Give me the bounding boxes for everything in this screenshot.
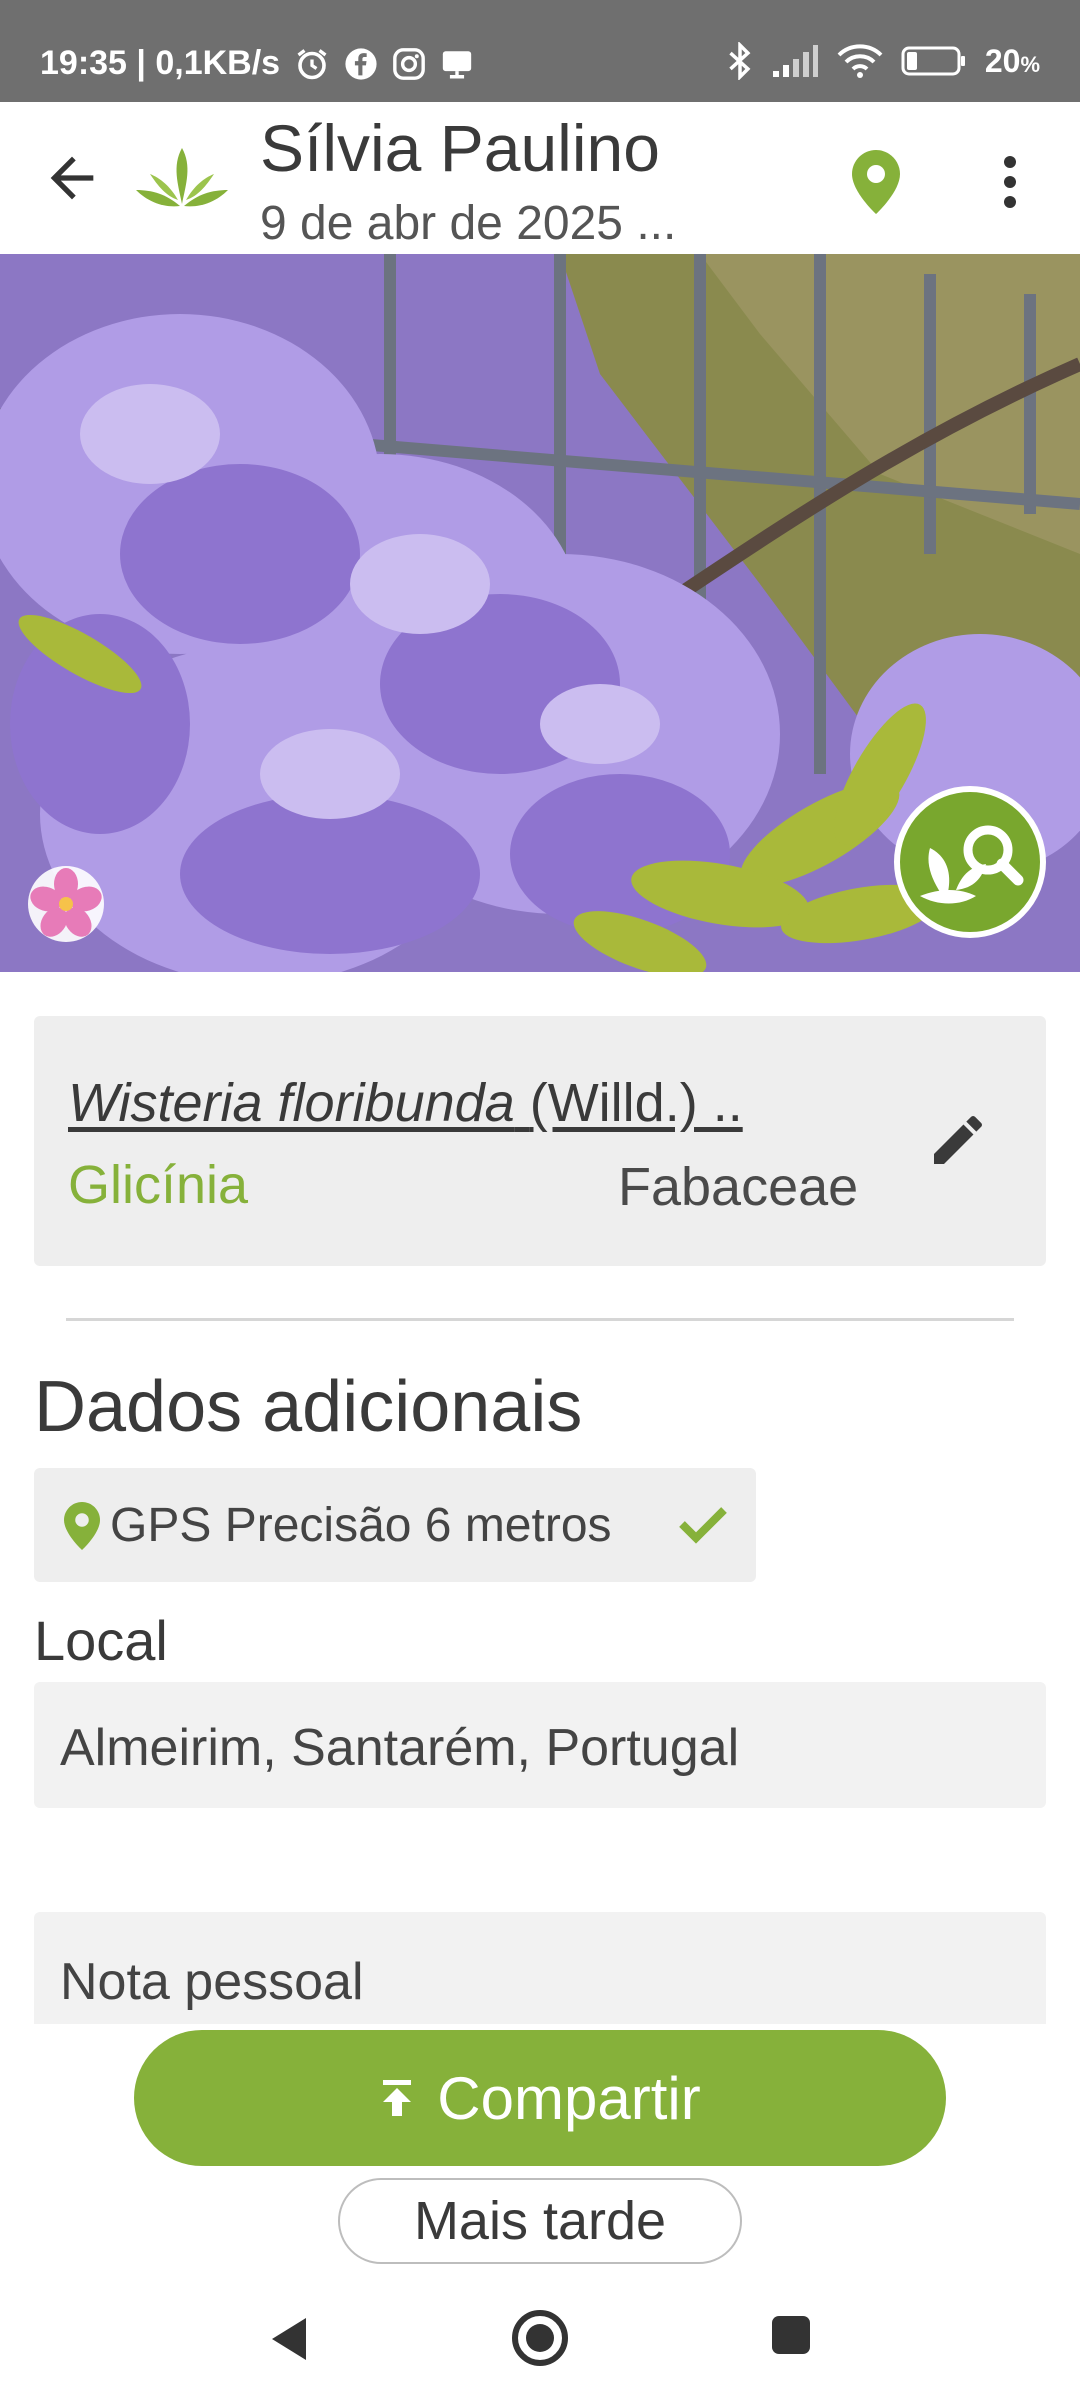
wifi-icon <box>837 43 883 79</box>
identify-plant-icon[interactable] <box>894 786 1046 938</box>
status-bar: 19:35 | 0,1KB/s 20% <box>0 0 1080 102</box>
status-time: 19:35 | 0,1KB/s <box>40 44 281 82</box>
system-navigation-bar <box>0 2270 1080 2400</box>
section-title: Dados adicionais <box>34 1367 583 1447</box>
page-title: Sílvia Paulino <box>260 111 660 185</box>
share-button[interactable]: Compartir <box>134 2030 946 2166</box>
scientific-name[interactable]: Wisteria floribunda (Willd.) .. <box>68 1072 743 1134</box>
status-left: 19:35 | 0,1KB/s <box>40 44 474 83</box>
personal-note-placeholder: Nota pessoal <box>60 1953 364 2011</box>
upload-icon <box>383 2080 412 2116</box>
later-button[interactable]: Mais tarde <box>338 2178 742 2264</box>
more-options-icon[interactable] <box>990 150 1030 214</box>
divider <box>66 1318 1014 1321</box>
app-bar: Sílvia Paulino 9 de abr de 2025 ... <box>0 102 1080 254</box>
observation-date: 9 de abr de 2025 ... <box>260 197 677 250</box>
back-arrow-icon[interactable] <box>40 146 104 210</box>
flower-organ-icon <box>26 864 106 944</box>
location-pin-icon <box>64 1502 100 1550</box>
alarm-icon <box>294 46 330 82</box>
location-field[interactable]: Almeirim, Santarém, Portugal <box>34 1682 1046 1808</box>
nav-recents-icon[interactable] <box>770 2314 812 2361</box>
later-label: Mais tarde <box>413 2191 667 2251</box>
edit-pencil-icon[interactable] <box>926 1108 990 1172</box>
cast-icon <box>440 47 474 81</box>
personal-note-field[interactable]: Nota pessoal <box>34 1912 1046 2024</box>
share-label: Compartir <box>437 2064 701 2132</box>
checkmark-icon <box>678 1504 728 1544</box>
status-right: 20% <box>727 42 1040 80</box>
common-name: Glicínia <box>68 1155 249 1215</box>
map-pin-icon[interactable] <box>852 150 900 214</box>
family-name: Fabaceae <box>618 1157 859 1217</box>
species-card[interactable]: Wisteria floribunda (Willd.) .. Glicínia… <box>34 1016 1046 1266</box>
signal-icon <box>771 43 819 79</box>
gps-accuracy-chip: GPS Precisão 6 metros <box>34 1468 756 1582</box>
battery-level: 20% <box>984 42 1040 79</box>
facebook-icon <box>344 47 378 81</box>
plantnet-logo-icon <box>132 144 232 212</box>
location-label: Local <box>34 1609 168 1672</box>
nav-home-icon[interactable] <box>510 2308 570 2373</box>
battery-icon <box>901 44 967 78</box>
location-value: Almeirim, Santarém, Portugal <box>60 1719 740 1777</box>
bluetooth-icon <box>727 42 753 80</box>
gps-accuracy-text: GPS Precisão 6 metros <box>110 1499 612 1552</box>
observation-photo[interactable] <box>0 254 1080 972</box>
species-author: (Willd.) .. <box>529 1073 743 1133</box>
nav-back-icon[interactable] <box>266 2314 310 2369</box>
species-name: Wisteria floribunda <box>68 1073 515 1133</box>
instagram-icon <box>392 47 426 81</box>
